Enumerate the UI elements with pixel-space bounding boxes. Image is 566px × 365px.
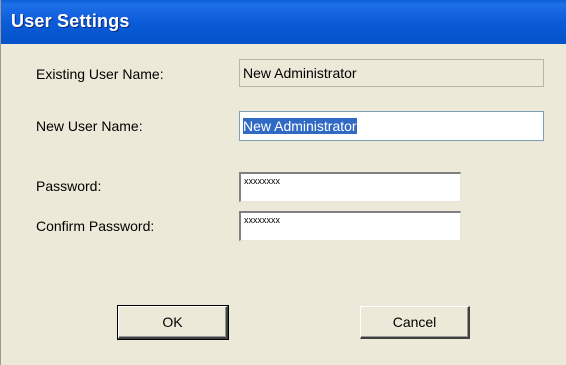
title-bar[interactable]: User Settings (1, 0, 566, 44)
existing-user-name-label: Existing User Name: (36, 66, 164, 82)
user-settings-dialog: User Settings Existing User Name: New Ad… (0, 0, 566, 365)
password-value: xxxxxxxx (244, 176, 280, 186)
confirm-password-input[interactable]: xxxxxxxx (239, 211, 461, 241)
existing-user-name-field: New Administrator (239, 59, 544, 87)
password-label: Password: (36, 178, 102, 194)
existing-user-name-value: New Administrator (243, 65, 357, 81)
confirm-password-label: Confirm Password: (36, 218, 155, 234)
password-input[interactable]: xxxxxxxx (239, 172, 461, 202)
ok-button[interactable]: OK (117, 305, 229, 340)
new-user-name-value: New Administrator (243, 118, 357, 134)
cancel-button[interactable]: Cancel (360, 306, 470, 339)
new-user-name-input[interactable]: New Administrator (239, 111, 544, 141)
new-user-name-label: New User Name: (36, 118, 143, 134)
confirm-password-value: xxxxxxxx (244, 215, 280, 225)
window-title: User Settings (11, 11, 130, 31)
